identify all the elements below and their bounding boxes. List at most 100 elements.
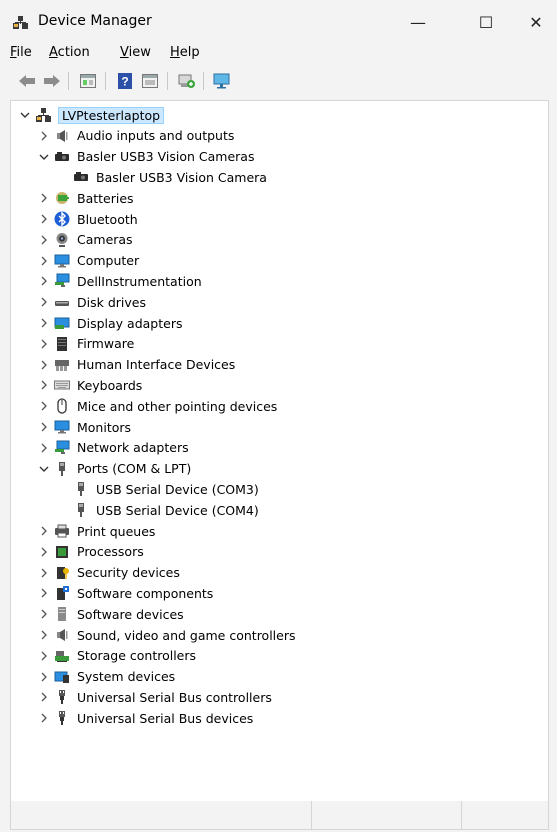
tree-item-label: Network adapters: [77, 440, 189, 456]
status-divider: [461, 801, 463, 829]
tree-item-label: Universal Serial Bus devices: [77, 710, 254, 726]
expand-chevron-icon[interactable]: [37, 313, 51, 333]
tree-category[interactable]: Sound, video and game controllers: [54, 625, 296, 645]
port-icon: [73, 481, 89, 497]
tree-device[interactable]: USB Serial Device (COM3): [73, 479, 259, 499]
tree-category[interactable]: Security devices: [54, 563, 180, 583]
tree-category[interactable]: Ports (COM & LPT): [54, 459, 191, 479]
tree-category[interactable]: Storage controllers: [54, 646, 196, 666]
tree-category[interactable]: Print queues: [54, 521, 155, 541]
expand-chevron-icon[interactable]: [37, 188, 51, 208]
menu-help[interactable]: Help: [170, 45, 200, 60]
tree-device[interactable]: USB Serial Device (COM4): [73, 500, 259, 520]
expand-chevron-icon[interactable]: [37, 209, 51, 229]
menu-view[interactable]: View: [120, 45, 151, 60]
collapse-chevron-icon[interactable]: [37, 147, 51, 167]
tree-device[interactable]: Basler USB3 Vision Camera: [73, 167, 267, 187]
back-icon[interactable]: [17, 71, 37, 91]
tree-category[interactable]: System devices: [54, 667, 175, 687]
expand-chevron-icon[interactable]: [37, 230, 51, 250]
tree-category[interactable]: Cameras: [54, 230, 133, 250]
tree-root[interactable]: LVPtesterlaptop: [35, 105, 165, 125]
help-icon[interactable]: ?: [115, 71, 135, 91]
maximize-button[interactable]: ☐: [463, 0, 509, 44]
tree-category[interactable]: Universal Serial Bus controllers: [54, 687, 272, 707]
tree-item-label: System devices: [77, 669, 176, 685]
expand-chevron-icon[interactable]: [37, 625, 51, 645]
tree-item-label: Storage controllers: [77, 648, 197, 664]
tree-category[interactable]: Human Interface Devices: [54, 355, 235, 375]
expand-chevron-icon[interactable]: [37, 271, 51, 291]
expand-chevron-icon[interactable]: [37, 521, 51, 541]
collapse-chevron-icon[interactable]: [37, 459, 51, 479]
menu-action[interactable]: Action: [49, 45, 90, 60]
tree-category[interactable]: Disk drives: [54, 292, 146, 312]
expand-chevron-icon[interactable]: [37, 667, 51, 687]
expand-chevron-icon[interactable]: [37, 417, 51, 437]
tree-item-label: Software devices: [77, 606, 184, 622]
expand-chevron-icon[interactable]: [37, 708, 51, 728]
camera-device-icon: [54, 149, 70, 165]
hid-icon: [54, 357, 70, 373]
expand-chevron-icon[interactable]: [37, 438, 51, 458]
title-bar[interactable]: Device Manager — ☐ ✕: [0, 0, 557, 44]
expand-chevron-icon[interactable]: [37, 583, 51, 603]
expand-chevron-icon[interactable]: [37, 375, 51, 395]
tree-category[interactable]: Computer: [54, 251, 139, 271]
forward-icon[interactable]: [42, 71, 62, 91]
tree-item-label: Print queues: [77, 523, 156, 539]
tree-category[interactable]: Bluetooth: [54, 209, 138, 229]
expand-chevron-icon[interactable]: [37, 251, 51, 271]
expand-chevron-icon[interactable]: [37, 396, 51, 416]
expand-chevron-icon[interactable]: [37, 563, 51, 583]
expand-chevron-icon[interactable]: [37, 334, 51, 354]
expand-chevron-icon[interactable]: [37, 646, 51, 666]
tree-item-label: Monitors: [77, 419, 132, 435]
tree-item-label: Bluetooth: [77, 211, 138, 227]
collapse-chevron-icon[interactable]: [18, 105, 32, 125]
tree-item-label: Audio inputs and outputs: [77, 128, 235, 144]
tree-category[interactable]: Keyboards: [54, 375, 142, 395]
tree-category[interactable]: Software components: [54, 583, 213, 603]
scan-hardware-icon[interactable]: [212, 71, 232, 91]
tree-category[interactable]: Display adapters: [54, 313, 182, 333]
menu-bar: File Action View Help: [0, 44, 557, 64]
expand-chevron-icon[interactable]: [37, 292, 51, 312]
tree-item-label: Computer: [77, 253, 140, 269]
close-button[interactable]: ✕: [515, 0, 557, 44]
driver-view-icon[interactable]: [140, 71, 160, 91]
tree-item-label: Software components: [77, 585, 214, 601]
expand-chevron-icon[interactable]: [37, 355, 51, 375]
bluetooth-icon: [54, 211, 70, 227]
usb-icon: [54, 689, 70, 705]
svg-text:?: ?: [121, 75, 128, 89]
menu-file[interactable]: File: [10, 45, 32, 60]
tree-item-label: Basler USB3 Vision Cameras: [77, 149, 255, 165]
tree-category[interactable]: Firmware: [54, 334, 134, 354]
tree-category[interactable]: Universal Serial Bus devices: [54, 708, 253, 728]
expand-chevron-icon[interactable]: [37, 126, 51, 146]
expand-chevron-icon[interactable]: [37, 604, 51, 624]
tree-category[interactable]: Batteries: [54, 188, 134, 208]
port-icon: [73, 502, 89, 518]
tree-category[interactable]: Monitors: [54, 417, 131, 437]
tree-category[interactable]: Network adapters: [54, 438, 189, 458]
speaker-icon: [54, 128, 70, 144]
webcam-icon: [54, 232, 70, 248]
device-tree[interactable]: LVPtesterlaptop Audio inputs and outputs B…: [10, 100, 549, 802]
minimize-button[interactable]: —: [395, 0, 441, 44]
status-bar: [10, 801, 549, 830]
tree-category[interactable]: Software devices: [54, 604, 184, 624]
tree-category[interactable]: Mice and other pointing devices: [54, 396, 277, 416]
tree-category[interactable]: DellInstrumentation: [54, 271, 202, 291]
properties-icon[interactable]: [78, 71, 98, 91]
usb-icon: [54, 710, 70, 726]
tree-category[interactable]: Audio inputs and outputs: [54, 126, 234, 146]
update-driver-icon[interactable]: [177, 71, 197, 91]
expand-chevron-icon[interactable]: [37, 542, 51, 562]
tree-category[interactable]: Processors: [54, 542, 144, 562]
window-title: Device Manager: [38, 13, 152, 29]
tree-category[interactable]: Basler USB3 Vision Cameras: [54, 147, 254, 167]
tree-item-label: USB Serial Device (COM4): [96, 502, 259, 518]
expand-chevron-icon[interactable]: [37, 687, 51, 707]
